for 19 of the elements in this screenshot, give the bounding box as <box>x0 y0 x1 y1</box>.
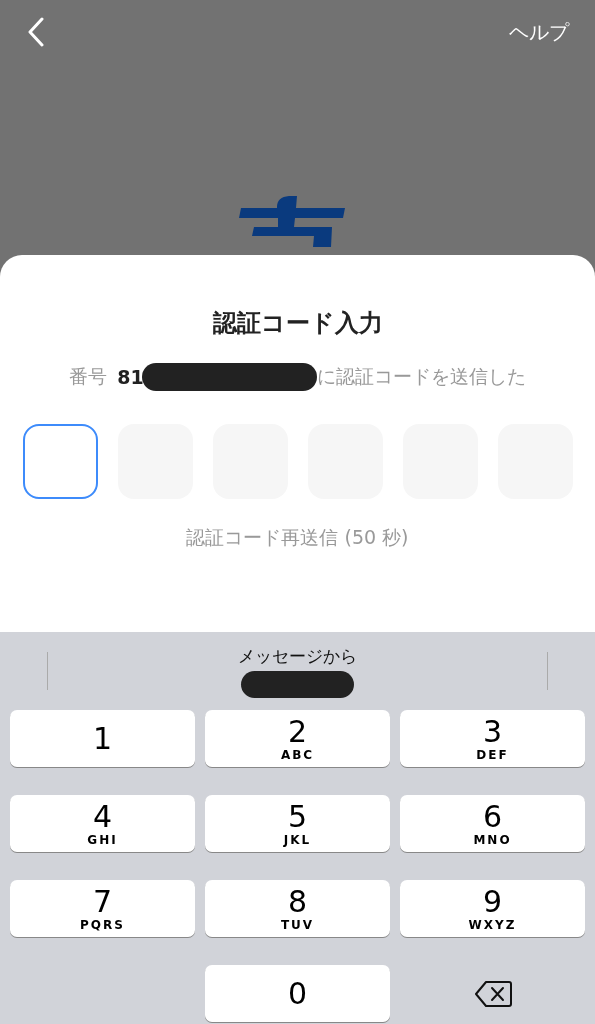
code-input-field[interactable] <box>22 424 98 499</box>
number-key[interactable]: 4 GHI <box>10 795 195 852</box>
number-key[interactable]: 0 <box>205 965 390 1022</box>
sheet-title: 認証コード入力 <box>212 308 383 339</box>
number-key[interactable]: 1 <box>10 710 195 767</box>
suggestion-text[interactable]: メッセージから <box>238 644 357 668</box>
number-key[interactable]: 3 DEF <box>400 710 585 767</box>
back-icon[interactable] <box>27 17 45 47</box>
backspace-icon[interactable] <box>473 979 512 1008</box>
sent-message: に認証コードを送信した <box>316 364 526 389</box>
number-label: 番号 <box>69 364 108 389</box>
help-link[interactable]: ヘルプ <box>509 18 569 46</box>
number-key[interactable]: 9 WXYZ <box>400 880 585 937</box>
number-key[interactable]: 6 MNO <box>400 795 585 852</box>
number-key[interactable]: 8 TUV <box>205 880 390 937</box>
number-key[interactable]: 5 JKL <box>205 795 390 852</box>
number-key[interactable]: 2 ABC <box>205 710 390 767</box>
number-key[interactable]: 7 PQRS <box>10 880 195 937</box>
phone-number: 81 <box>117 366 144 388</box>
